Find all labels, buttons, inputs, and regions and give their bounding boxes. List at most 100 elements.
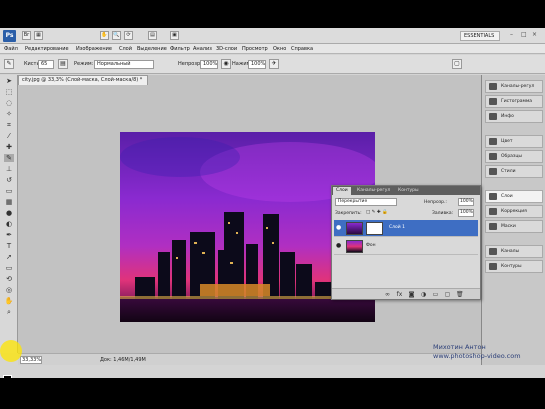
lasso-tool-icon[interactable]: ◌ xyxy=(4,99,14,107)
layer-name[interactable]: Слой 1 xyxy=(389,225,405,230)
channels-icon xyxy=(489,248,497,255)
quick-select-tool-icon[interactable]: ✧ xyxy=(4,110,14,118)
fill-field[interactable]: 100% xyxy=(458,209,474,217)
dock-item-adjust-channels[interactable]: Каналы-регул xyxy=(485,80,543,93)
layer-row-layer1[interactable]: ● Слой 1 xyxy=(334,220,478,237)
brush-preset-icon[interactable]: ✎ xyxy=(4,59,14,69)
menu-select[interactable]: Выделение xyxy=(137,46,167,52)
marquee-tool-icon[interactable]: ⬚ xyxy=(4,88,14,96)
channels-icon xyxy=(489,83,497,90)
healing-brush-tool-icon[interactable]: ✚ xyxy=(4,143,14,151)
blend-mode-select[interactable]: Перекрытие xyxy=(335,198,397,206)
shape-tool-icon[interactable]: ▭ xyxy=(4,264,14,272)
pressure-opacity-icon[interactable]: ◉ xyxy=(221,59,231,69)
dock-label: Образцы xyxy=(501,154,522,159)
menu-image[interactable]: Изображение xyxy=(76,46,112,52)
lock-icons[interactable]: □ ✎ ✚ 🔒 xyxy=(366,210,388,215)
dock-item-masks[interactable]: Маски xyxy=(485,220,543,233)
workspace-switcher[interactable]: ESSENTIALS xyxy=(460,31,500,41)
dock-item-layers[interactable]: Слои xyxy=(485,190,543,203)
hand-tool-icon[interactable]: ✋ xyxy=(100,31,109,40)
blur-tool-icon[interactable]: ● xyxy=(4,209,14,217)
type-tool-icon[interactable]: T xyxy=(4,242,14,250)
layer-row-background[interactable]: ● Фон xyxy=(334,238,478,255)
opacity-field[interactable]: 100% xyxy=(200,60,218,69)
history-brush-tool-icon[interactable]: ↺ xyxy=(4,176,14,184)
dock-label: Цвет xyxy=(501,139,513,144)
menu-edit[interactable]: Редактирование xyxy=(25,46,69,52)
dock-item-swatches[interactable]: Образцы xyxy=(485,150,543,163)
info-icon xyxy=(489,113,497,120)
bridge-button[interactable]: Br xyxy=(22,31,31,40)
maximize-icon[interactable]: □ xyxy=(521,31,527,38)
dock-item-styles[interactable]: Стили xyxy=(485,165,543,178)
layer-thumbnail[interactable] xyxy=(346,222,363,235)
menu-view[interactable]: Просмотр xyxy=(242,46,268,52)
dock-item-channels[interactable]: Каналы xyxy=(485,245,543,258)
minimize-icon[interactable]: – xyxy=(510,31,513,38)
dock-label: Коррекция xyxy=(501,209,527,214)
new-group-icon[interactable]: ▭ xyxy=(432,291,439,298)
mode-select[interactable]: Нормальный xyxy=(94,60,154,69)
menu-help[interactable]: Справка xyxy=(291,46,313,52)
new-layer-icon[interactable]: ▢ xyxy=(444,291,451,298)
document-tab[interactable]: city.jpg @ 33,3% (Слой-маска, Слой-маска… xyxy=(18,75,148,85)
layer-thumbnail[interactable] xyxy=(346,240,363,253)
menu-layer[interactable]: Слой xyxy=(119,46,132,52)
zoom-icon[interactable]: ⌕ xyxy=(4,308,14,316)
tab-layers[interactable]: Слои xyxy=(333,187,351,195)
move-tool-icon[interactable]: ➤ xyxy=(4,77,14,85)
delete-layer-icon[interactable]: 🗑 xyxy=(456,291,464,298)
zoom-field[interactable]: 33,33% xyxy=(20,356,42,364)
foreground-color-swatch[interactable] xyxy=(3,375,12,378)
airbrush-icon[interactable]: ✈ xyxy=(269,59,279,69)
dodge-tool-icon[interactable]: ◐ xyxy=(4,220,14,228)
brush-size-field[interactable]: 65 xyxy=(38,60,54,69)
eraser-tool-icon[interactable]: ▭ xyxy=(4,187,14,195)
layer-mask-thumbnail[interactable] xyxy=(366,222,383,235)
styles-icon xyxy=(489,168,497,175)
document-info[interactable]: Док: 1,46M/1,49M xyxy=(100,357,146,363)
brush-panel-icon[interactable]: ▤ xyxy=(58,59,68,69)
layer-opacity-field[interactable]: 100% xyxy=(458,198,474,206)
flow-field[interactable]: 100% xyxy=(248,60,266,69)
crop-tool-icon[interactable]: ⌗ xyxy=(4,121,14,129)
adjustment-layer-icon[interactable]: ◑ xyxy=(420,291,427,298)
dock-item-info[interactable]: Инфо xyxy=(485,110,543,123)
brush-tool-icon[interactable]: ✎ xyxy=(4,154,14,162)
visibility-eye-icon[interactable]: ● xyxy=(336,225,343,231)
dock-item-histogram[interactable]: Гистограмма xyxy=(485,95,543,108)
dock-item-color[interactable]: Цвет xyxy=(485,135,543,148)
arrange-documents-icon[interactable]: ▤ xyxy=(148,31,157,40)
layer-name[interactable]: Фон xyxy=(366,243,376,248)
pen-tool-icon[interactable]: ✒ xyxy=(4,231,14,239)
layer-style-icon[interactable]: fx xyxy=(396,291,403,298)
3d-rotate-tool-icon[interactable]: ⟲ xyxy=(4,275,14,283)
clone-stamp-tool-icon[interactable]: ⊥ xyxy=(4,165,14,173)
path-select-tool-icon[interactable]: ➚ xyxy=(4,253,14,261)
menu-file[interactable]: Файл xyxy=(4,46,18,52)
toggle-panel-icon[interactable]: ▢ xyxy=(452,59,462,69)
visibility-eye-icon[interactable]: ● xyxy=(336,243,343,249)
gradient-tool-icon[interactable]: ▦ xyxy=(4,198,14,206)
menu-window[interactable]: Окно xyxy=(273,46,286,52)
zoom-tool-icon[interactable]: 🔍 xyxy=(112,31,121,40)
minibridge-button[interactable]: ▦ xyxy=(34,31,43,40)
tab-adjust-channels[interactable]: Каналы-регул xyxy=(354,187,393,195)
add-mask-icon[interactable]: ◙ xyxy=(408,291,415,298)
dock-item-adjustments[interactable]: Коррекция xyxy=(485,205,543,218)
screen-mode-icon[interactable]: ▣ xyxy=(170,31,179,40)
dock-label: Маски xyxy=(501,224,516,229)
eyedropper-tool-icon[interactable]: ⁄ xyxy=(4,132,14,140)
link-layers-icon[interactable]: ∞ xyxy=(384,291,391,298)
layers-icon xyxy=(489,193,497,200)
3d-orbit-tool-icon[interactable]: ◎ xyxy=(4,286,14,294)
menu-analysis[interactable]: Анализ xyxy=(193,46,212,52)
hand-icon[interactable]: ✋ xyxy=(4,297,14,305)
dock-item-paths[interactable]: Контуры xyxy=(485,260,543,273)
close-icon[interactable]: × xyxy=(532,31,537,38)
menu-3d[interactable]: 3D-слои xyxy=(216,46,237,52)
menu-filter[interactable]: Фильтр xyxy=(170,46,190,52)
tab-paths[interactable]: Контуры xyxy=(395,187,422,195)
rotate-view-icon[interactable]: ⟳ xyxy=(124,31,133,40)
